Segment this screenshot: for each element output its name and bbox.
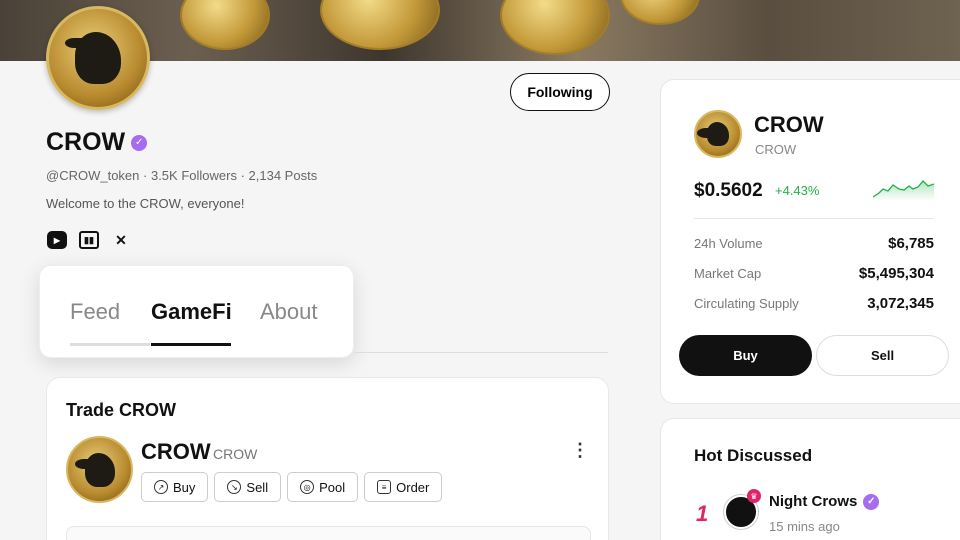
trade-panel: Trade CROW CROW CROW ⋮ ↗ Buy ↘ Sell ◎ Po… — [46, 377, 609, 540]
token-price: $0.5602 — [694, 180, 763, 201]
token-avatar — [66, 436, 133, 503]
following-button[interactable]: Following — [510, 73, 610, 111]
trade-buy-label: Buy — [173, 479, 196, 495]
tab-feed[interactable]: Feed — [70, 299, 120, 325]
token-name: CROW — [754, 112, 824, 137]
stat-value: $5,495,304 — [858, 265, 934, 282]
youtube-icon[interactable]: ▶ — [47, 231, 67, 249]
profile-handle: @CROW_token — [46, 168, 140, 183]
trade-title: Trade CROW — [66, 400, 177, 420]
buy-icon: ↗ — [154, 480, 168, 494]
profile-tabs: Feed GameFi About — [39, 265, 354, 358]
tab-gamefi[interactable]: GameFi — [151, 299, 232, 325]
price-change: +4.43% — [775, 183, 820, 198]
tabs-divider — [354, 352, 608, 353]
twitch-icon[interactable]: ▮▮ — [79, 231, 99, 249]
crown-icon: ♛ — [747, 489, 761, 503]
pool-icon: ◎ — [300, 480, 315, 494]
profile-followers[interactable]: 3.5K Followers — [151, 168, 237, 183]
coin-image — [180, 0, 270, 50]
hot-discussed-title: Hot Discussed — [694, 446, 813, 465]
crow-logo-icon — [74, 452, 115, 487]
x-icon[interactable]: ✕ — [111, 231, 131, 249]
profile-bio: Welcome to the CROW, everyone! — [46, 196, 245, 211]
profile-posts: 2,134 Posts — [248, 168, 318, 183]
trade-pool-label: Pool — [319, 479, 346, 495]
trade-form-area[interactable] — [66, 526, 591, 540]
stat-value: 3,072,345 — [867, 295, 934, 312]
price-sparkline — [873, 180, 935, 201]
stat-supply: Circulating Supply 3,072,345 — [694, 295, 934, 312]
meta-separator: · — [143, 168, 151, 183]
trade-sell-label: Sell — [246, 479, 269, 495]
profile-name-row: CROW ✓ — [46, 128, 148, 157]
token-avatar — [694, 110, 742, 158]
crow-logo-icon — [697, 122, 729, 146]
sell-icon: ↘ — [227, 480, 242, 494]
order-icon: ≡ — [377, 480, 392, 494]
coin-image — [620, 0, 700, 25]
trade-token-symbol: CROW — [213, 446, 258, 462]
stat-market-cap: Market Cap $5,495,304 — [694, 265, 934, 282]
hot-discussed-card: Hot Discussed 1 ♛ Night Crows ✓ 15 mins … — [660, 418, 960, 540]
verified-icon: ✓ — [131, 134, 148, 151]
tab-underline — [70, 343, 150, 346]
profile-meta: @CROW_token · 3.5K Followers · 2,134 Pos… — [46, 168, 317, 183]
trade-sell-button[interactable]: ↘ Sell — [214, 472, 282, 502]
card-divider — [694, 218, 934, 219]
coin-image — [320, 0, 440, 50]
crow-logo-icon — [65, 32, 121, 84]
trade-order-button[interactable]: ≡ Order — [364, 472, 443, 502]
trade-token-name: CROW — [141, 439, 211, 464]
stat-value: $6,785 — [888, 235, 934, 252]
tab-active-underline — [151, 343, 231, 346]
hot-item-name-row[interactable]: Night Crows ✓ — [769, 493, 880, 510]
buy-button[interactable]: Buy — [679, 335, 812, 376]
stat-label: Circulating Supply — [694, 296, 799, 311]
rank-number: 1 — [696, 501, 709, 526]
trade-pool-button[interactable]: ◎ Pool — [287, 472, 359, 502]
sell-button[interactable]: Sell — [816, 335, 949, 376]
trade-actions: ↗ Buy ↘ Sell ◎ Pool ≡ Order — [141, 472, 443, 502]
stat-label: Market Cap — [694, 266, 762, 281]
more-options-icon[interactable]: ⋮ — [571, 440, 589, 461]
hot-item-time: 15 mins ago — [769, 519, 840, 534]
meta-separator: · — [240, 168, 249, 183]
hot-item-name: Night Crows — [769, 493, 858, 510]
stat-label: 24h Volume — [694, 236, 763, 251]
profile-name: CROW — [46, 128, 126, 156]
coin-image — [500, 0, 610, 55]
trade-buy-button[interactable]: ↗ Buy — [141, 472, 209, 502]
verified-icon: ✓ — [863, 493, 880, 510]
trade-order-label: Order — [396, 479, 430, 495]
tab-about[interactable]: About — [260, 299, 318, 325]
social-links: ▶ ▮▮ ✕ — [47, 231, 131, 249]
profile-avatar — [46, 6, 150, 110]
token-symbol: CROW — [755, 142, 797, 157]
token-info-card: CROW CROW $0.5602 +4.43% 24h Volume $6,7… — [660, 79, 960, 404]
stat-volume: 24h Volume $6,785 — [694, 235, 934, 252]
